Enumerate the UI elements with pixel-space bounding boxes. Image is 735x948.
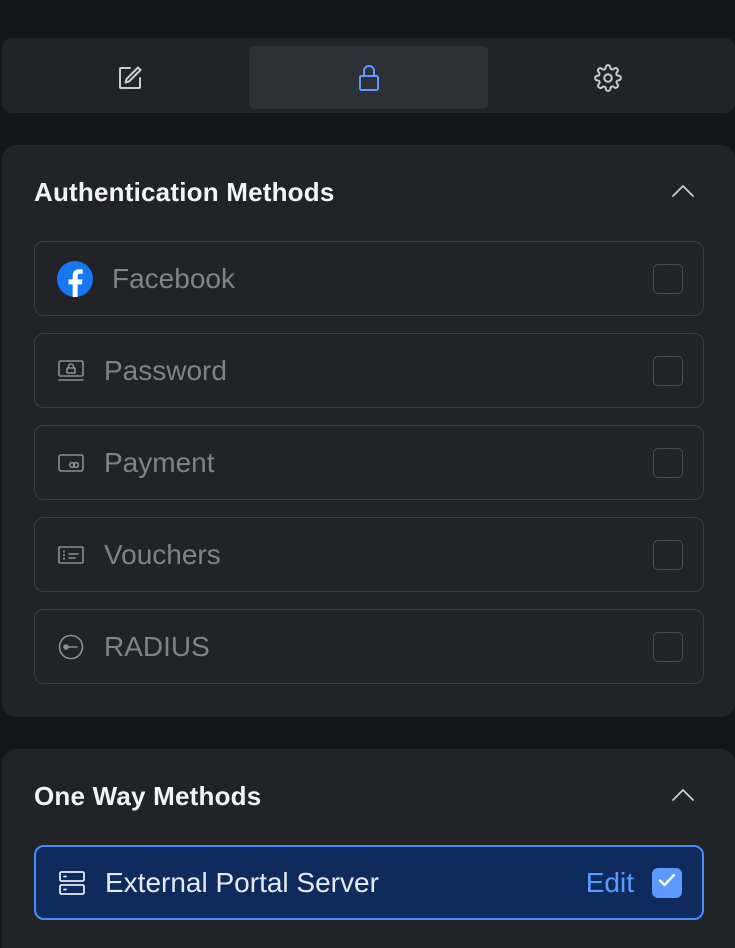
method-checkbox[interactable] xyxy=(653,539,683,570)
tab-security[interactable] xyxy=(249,46,488,109)
portal-settings-panel: Authentication Methods Facebook Password… xyxy=(0,0,735,948)
collapse-button[interactable] xyxy=(671,181,695,205)
method-radius[interactable]: RADIUS xyxy=(34,609,704,684)
gear-icon xyxy=(593,63,622,92)
tab-settings[interactable] xyxy=(488,46,727,109)
method-label: Password xyxy=(104,354,227,386)
section-title: Authentication Methods xyxy=(34,177,335,207)
server-icon xyxy=(58,870,86,896)
method-payment[interactable]: Payment xyxy=(34,425,704,500)
radius-icon xyxy=(57,633,85,661)
chevron-up-icon xyxy=(671,184,695,203)
facebook-icon xyxy=(57,260,93,297)
checkmark-icon xyxy=(657,872,677,893)
edit-icon xyxy=(117,65,143,91)
method-label: External Portal Server xyxy=(105,866,379,898)
authentication-methods-card: Authentication Methods Facebook Password… xyxy=(2,145,735,717)
method-label: Vouchers xyxy=(104,538,221,570)
tab-bar xyxy=(2,38,735,113)
method-checkbox[interactable] xyxy=(653,631,683,662)
lock-icon xyxy=(358,64,380,92)
method-label: Payment xyxy=(104,446,215,478)
method-vouchers[interactable]: Vouchers xyxy=(34,517,704,592)
method-checkbox[interactable] xyxy=(652,867,682,898)
one-way-methods-card: One Way Methods External Portal Server E… xyxy=(2,749,735,948)
method-facebook[interactable]: Facebook xyxy=(34,241,704,316)
edit-link[interactable]: Edit xyxy=(586,867,634,899)
method-checkbox[interactable] xyxy=(653,355,683,386)
method-checkbox[interactable] xyxy=(653,263,683,294)
section-title: One Way Methods xyxy=(34,781,262,811)
collapse-button[interactable] xyxy=(671,785,695,809)
method-checkbox[interactable] xyxy=(653,447,683,478)
password-icon xyxy=(57,359,85,383)
chevron-up-icon xyxy=(671,788,695,807)
tab-edit[interactable] xyxy=(10,46,249,109)
voucher-icon xyxy=(57,545,85,565)
method-password[interactable]: Password xyxy=(34,333,704,408)
top-bar xyxy=(0,0,735,37)
method-label: RADIUS xyxy=(104,630,210,662)
method-label: Facebook xyxy=(112,262,235,294)
payment-icon xyxy=(57,453,85,473)
method-external-portal-server[interactable]: External Portal Server Edit xyxy=(34,845,704,920)
